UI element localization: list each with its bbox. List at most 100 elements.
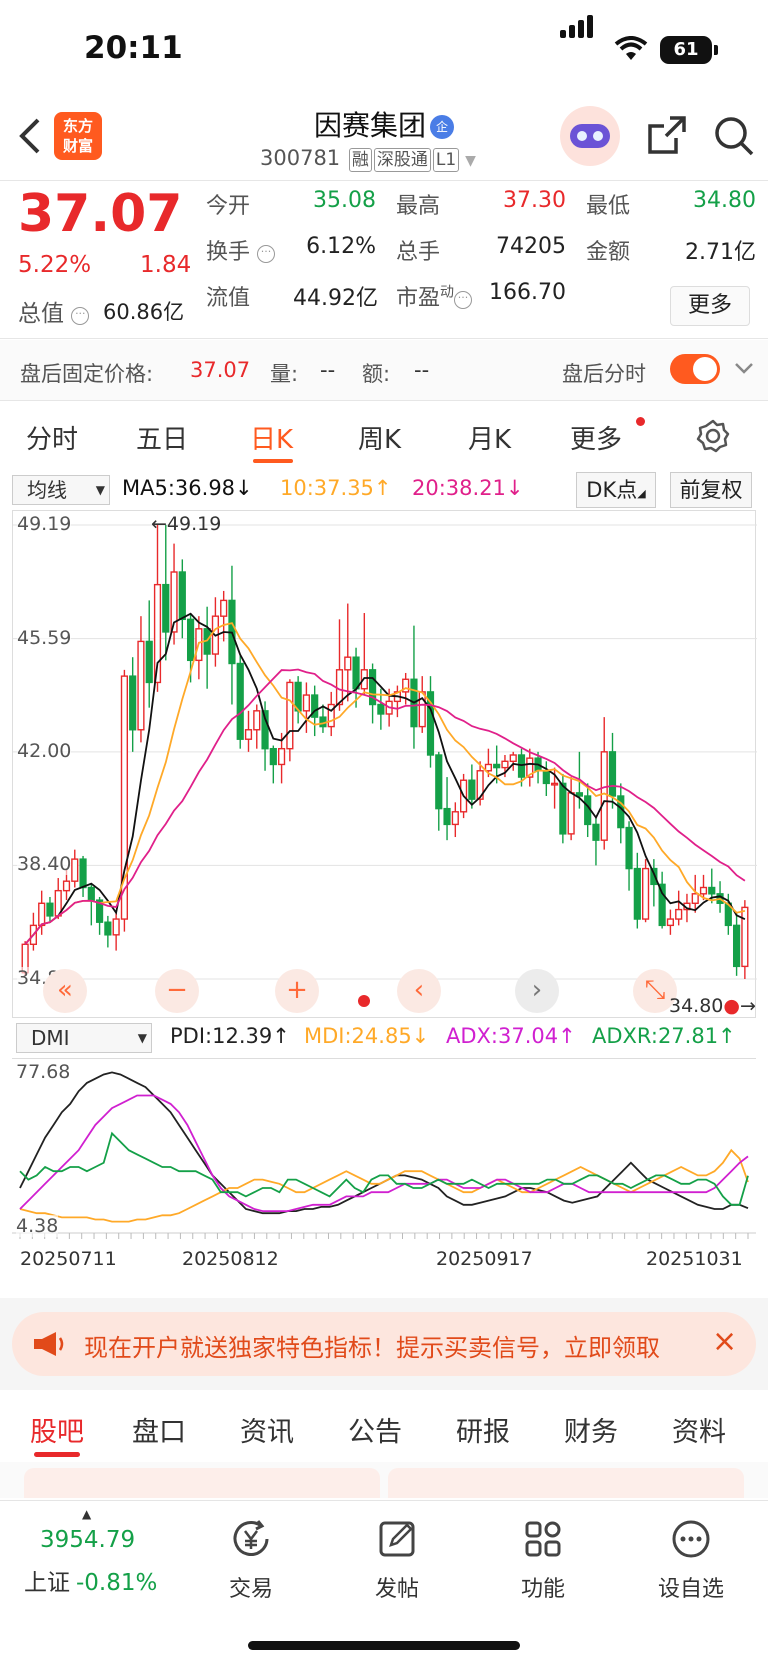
- candle-body: [741, 906, 749, 968]
- after-hours-vol-label: 量:: [270, 362, 299, 386]
- tab-weekly-k[interactable]: 周K: [358, 419, 401, 456]
- stock-subtitle[interactable]: 300781 融深股通 L1 ▼: [260, 146, 476, 172]
- after-hours-amt: --: [414, 358, 430, 382]
- candle-body: [592, 823, 600, 841]
- tab-five-day[interactable]: 五日: [136, 419, 188, 456]
- home-indicator: [248, 1641, 520, 1650]
- more-dots-icon[interactable]: ···: [257, 245, 276, 263]
- candle-body: [335, 669, 344, 706]
- turnover-label[interactable]: 换手 ···: [206, 234, 276, 266]
- float-value: 44.92亿: [293, 286, 378, 311]
- adjust-button[interactable]: 前复权: [670, 472, 752, 508]
- nav-post-label: 发帖: [374, 1577, 419, 1602]
- total-value-label[interactable]: 总值 ···: [18, 294, 90, 328]
- edit-icon: [379, 1521, 415, 1557]
- zoom-out-icon[interactable]: −: [155, 969, 199, 1013]
- after-hours-vol: --: [320, 358, 336, 382]
- candle-body: [732, 924, 741, 968]
- candle-body: [286, 681, 294, 750]
- more-button[interactable]: 更多: [670, 286, 750, 326]
- high-marker: ←49.19: [151, 513, 222, 535]
- tab-news[interactable]: 资讯: [240, 1410, 294, 1449]
- bottom-navigation: ▲ 3954.79 上证 -0.81% 交易 发帖 功能 设自选: [0, 1500, 768, 1663]
- chevron-down-icon[interactable]: [734, 362, 754, 376]
- after-hours-toggle[interactable]: [670, 354, 720, 384]
- fast-back-icon[interactable]: «: [43, 969, 87, 1013]
- candle-body: [666, 918, 675, 927]
- nav-trade[interactable]: 交易: [196, 1515, 306, 1603]
- promo-banner[interactable]: 现在开户就送独家特色指标！提示买卖信号，立即领取 ×: [12, 1312, 756, 1376]
- tab-intraday[interactable]: 分时: [26, 419, 78, 456]
- candle-body: [302, 694, 311, 712]
- tab-research[interactable]: 研报: [456, 1410, 510, 1449]
- share-icon[interactable]: [646, 114, 688, 156]
- candle-body: [575, 792, 584, 797]
- tab-profile[interactable]: 资料: [672, 1410, 726, 1449]
- close-icon[interactable]: ×: [712, 1324, 737, 1359]
- tab-finance[interactable]: 财务: [564, 1410, 618, 1449]
- candle-body: [451, 811, 459, 826]
- ma5-value: MA5:36.98↓: [122, 476, 253, 500]
- search-icon[interactable]: [712, 114, 756, 158]
- nav-functions[interactable]: 功能: [488, 1515, 598, 1603]
- candle-body: [443, 807, 451, 826]
- divider: [0, 400, 768, 401]
- candle-body: [559, 782, 567, 835]
- candle-body: [377, 703, 385, 715]
- after-hours-switch-label: 盘后分时: [562, 362, 646, 386]
- candle-body: [277, 747, 286, 766]
- y-tick-label: 38.40: [17, 853, 72, 876]
- candle-body: [509, 754, 517, 763]
- candle-body: [344, 656, 352, 671]
- stock-code: 300781: [260, 146, 341, 170]
- zoom-in-icon[interactable]: +: [275, 969, 319, 1013]
- y-tick-label: 49.19: [17, 513, 72, 535]
- chevron-left-icon[interactable]: ‹: [397, 969, 441, 1013]
- tab-daily-k[interactable]: 日K: [250, 419, 293, 456]
- nav-post[interactable]: 发帖: [342, 1515, 452, 1603]
- stock-name: 因赛集团: [313, 109, 426, 142]
- total-value: 60.86亿: [103, 300, 185, 324]
- change-amount: 1.84: [140, 252, 192, 278]
- candlestick-chart[interactable]: 49.19 45.59 42.00 38.40 34.80 ←49.19 « − + ‹…: [12, 510, 757, 1018]
- amount-label: 金额: [586, 240, 631, 265]
- dmi-svg: [12, 1071, 756, 1239]
- volume-value: 74205: [496, 234, 566, 259]
- candle-body: [691, 893, 699, 904]
- candle-body: [236, 662, 244, 740]
- chevron-right-icon[interactable]: ›: [515, 969, 559, 1013]
- candle-body: [186, 618, 195, 662]
- more-dots-icon[interactable]: ···: [454, 291, 473, 309]
- after-hours-price: 37.07: [190, 358, 251, 382]
- dk-point-button[interactable]: DK点◢: [576, 472, 656, 508]
- battery-icon: 61: [660, 36, 712, 64]
- gear-icon[interactable]: [695, 418, 731, 454]
- nav-watchlist[interactable]: 设自选: [636, 1515, 746, 1603]
- dmi-chart[interactable]: 77.68 4.38: [12, 1058, 756, 1242]
- dmi-series-line: [19, 1148, 749, 1223]
- tab-more[interactable]: 更多: [570, 419, 622, 456]
- chart-period-tabs: 分时 五日 日K 周K 月K 更多: [0, 405, 768, 465]
- sub-indicator-select[interactable]: DMI ▼: [16, 1023, 152, 1053]
- divider: [0, 338, 768, 339]
- index-name[interactable]: 上证 -0.81%: [24, 1563, 157, 1597]
- ai-assistant-icon[interactable]: [560, 106, 620, 166]
- status-time: 20:11: [84, 30, 183, 66]
- more-dots-icon[interactable]: ···: [71, 307, 90, 325]
- pe-label[interactable]: 市盈动 ···: [396, 280, 473, 312]
- candle-body: [641, 867, 650, 920]
- volume-label: 总手: [396, 240, 441, 265]
- candle-body: [468, 779, 476, 800]
- tab-announcements[interactable]: 公告: [348, 1410, 402, 1449]
- tab-monthly-k[interactable]: 月K: [468, 419, 511, 456]
- candle-body: [600, 751, 608, 841]
- tab-forum[interactable]: 股吧: [30, 1410, 84, 1449]
- candle-body: [162, 583, 170, 633]
- tab-orderbook[interactable]: 盘口: [132, 1410, 186, 1449]
- tag-connect: 深股通: [373, 148, 431, 172]
- index-value[interactable]: 3954.79: [40, 1527, 135, 1553]
- tag-margin: 融: [348, 148, 372, 172]
- indicator-select[interactable]: 均线 ▼: [12, 475, 110, 505]
- candle-body: [253, 710, 261, 731]
- active-tab-underline: [253, 459, 293, 463]
